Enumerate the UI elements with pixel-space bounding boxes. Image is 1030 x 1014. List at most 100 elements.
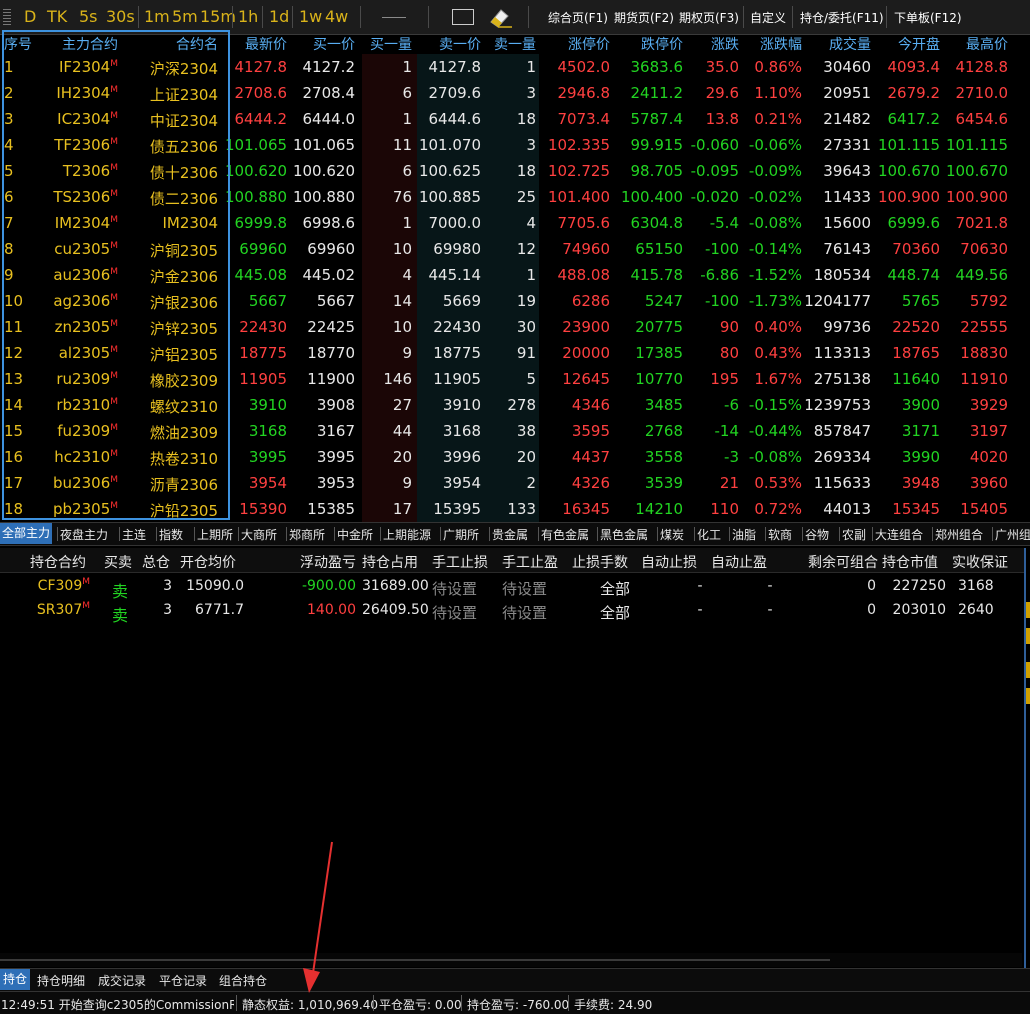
exchange-tab-13[interactable]: 煤炭 [660, 526, 684, 543]
quote-cell-bid-price: 69960 [307, 240, 355, 258]
exchange-tab-17[interactable]: 谷物 [805, 526, 829, 543]
menu-options-page[interactable]: 期权页(F3) [679, 9, 739, 26]
exchange-tab-8[interactable]: 上期能源 [383, 526, 431, 543]
pos-col-header-contract[interactable]: 持仓合约 [30, 552, 100, 572]
exchange-tab-20[interactable]: 郑州组合 [935, 526, 983, 543]
col-header-limit-down[interactable]: 跌停价 [612, 34, 683, 54]
timeframe-d[interactable]: D [24, 7, 36, 26]
tab-positions[interactable]: 持仓 [0, 969, 31, 990]
col-header-last-price[interactable]: 最新价 [225, 34, 287, 54]
quote-cell-volume: 11433 [823, 188, 871, 206]
col-header-volume[interactable]: 成交量 [804, 34, 871, 54]
pos-col-header-auto-stop-loss[interactable]: 自动止损 [641, 552, 709, 572]
pos-col-header-manual-take-profit[interactable]: 手工止盈 [502, 552, 570, 572]
timeframe-1day[interactable]: 1d [269, 7, 289, 26]
timeframe-30s[interactable]: 30s [106, 7, 135, 26]
col-header-ask-price[interactable]: 卖一价 [415, 34, 481, 54]
position-row[interactable]: SR307M 卖 3 6771.7 140.00 26409.50 待设置 待设置 全部 - -0 2… [0, 600, 1030, 625]
exchange-tab-3[interactable]: 指数 [159, 526, 183, 543]
position-cell-manual-stop-loss[interactable]: 待设置 [432, 578, 500, 599]
timeframe-5s[interactable]: 5s [79, 7, 98, 26]
col-header-limit-up[interactable]: 涨停价 [540, 34, 610, 54]
exchange-tab-6[interactable]: 郑商所 [289, 526, 325, 543]
pos-col-header-open-avg-price[interactable]: 开仓均价 [180, 552, 260, 572]
position-cell-manual-take-profit[interactable]: 待设置 [502, 578, 570, 599]
quote-cell-high-price: 22555 [960, 318, 1008, 336]
exchange-tab-2[interactable]: 主连 [122, 526, 146, 543]
pos-col-header-margin-received[interactable]: 实收保证 [952, 552, 1030, 572]
exchange-tab-7[interactable]: 中金所 [337, 526, 373, 543]
exchange-tab-19[interactable]: 大连组合 [875, 526, 923, 543]
menu-overview-page[interactable]: 综合页(F1) [548, 9, 608, 26]
eraser-icon[interactable] [487, 5, 513, 29]
horizontal-scrollbar-thumb[interactable] [0, 959, 830, 961]
quote-cell-ask-price: 18775 [433, 344, 481, 362]
col-header-ask-volume[interactable]: 卖一量 [484, 34, 536, 54]
tab-combo-positions[interactable]: 组合持仓 [219, 972, 267, 989]
pos-col-header-floating-pnl[interactable]: 浮动盈亏 [262, 552, 356, 572]
pos-col-header-total-position[interactable]: 总仓 [142, 552, 178, 572]
quote-cell-last-price: 15390 [239, 500, 287, 518]
col-header-high-price[interactable]: 最高价 [942, 34, 1008, 54]
timeframe-tk[interactable]: TK [47, 7, 67, 26]
exchange-tab-9[interactable]: 广期所 [443, 526, 479, 543]
rectangle-tool-icon[interactable] [452, 9, 474, 25]
menu-positions-orders[interactable]: 持仓/委托(F11) [800, 9, 884, 26]
timeframe-1w[interactable]: 1w [299, 7, 322, 26]
tab-position-details[interactable]: 持仓明细 [37, 972, 85, 989]
position-cell-manual-stop-loss[interactable]: 待设置 [432, 602, 500, 623]
quote-cell-bid-volume: 17 [392, 500, 412, 518]
position-cell-floating-pnl: 140.00 [307, 602, 356, 618]
quote-cell-ask-price: 15395 [433, 500, 481, 518]
quote-cell-open-price: 15345 [892, 500, 940, 518]
col-header-open-price[interactable]: 今开盘 [874, 34, 940, 54]
exchange-tab-1[interactable]: 夜盘主力 [60, 526, 108, 543]
exchange-tab-0[interactable]: 全部主力 [0, 523, 53, 544]
quote-cell-bid-price: 15385 [307, 500, 355, 518]
exchange-tab-18[interactable]: 农副 [842, 526, 866, 543]
timeframe-4w[interactable]: 4w [325, 7, 348, 26]
pos-col-header-stop-loss-qty[interactable]: 止损手数 [572, 552, 640, 572]
exchange-tab-10[interactable]: 贵金属 [492, 526, 528, 543]
quote-cell-limit-down: 10770 [635, 370, 683, 388]
line-tool-icon[interactable] [382, 17, 406, 18]
menu-futures-page[interactable]: 期货页(F2) [614, 9, 674, 26]
col-header-change-pct[interactable]: 涨跌幅 [742, 34, 802, 54]
exchange-tab-4[interactable]: 上期所 [197, 526, 233, 543]
col-header-bid-price[interactable]: 买一价 [290, 34, 355, 54]
quote-cell-volume: 115633 [813, 474, 871, 492]
timeframe-15m[interactable]: 15m [200, 7, 236, 26]
quote-cell-change-pct: 0.40% [754, 318, 802, 336]
tab-trade-records[interactable]: 成交记录 [98, 972, 146, 989]
quote-cell-ask-volume: 19 [516, 292, 536, 310]
exchange-tab-12[interactable]: 黑色金属 [600, 526, 648, 543]
tab-close-records[interactable]: 平仓记录 [159, 972, 207, 989]
quote-cell-bid-volume: 44 [392, 422, 412, 440]
col-header-bid-volume[interactable]: 买一量 [358, 34, 412, 54]
col-header-change[interactable]: 涨跌 [686, 34, 739, 54]
pos-col-header-remaining-combinable[interactable]: 剩余可组合 [782, 552, 878, 572]
quote-cell-limit-up: 6286 [571, 292, 610, 310]
position-cell-manual-take-profit[interactable]: 待设置 [502, 602, 570, 623]
timeframe-1m[interactable]: 1m [144, 7, 170, 26]
exchange-tab-14[interactable]: 化工 [697, 526, 721, 543]
exchange-tab-5[interactable]: 大商所 [241, 526, 277, 543]
exchange-tab-16[interactable]: 软商 [768, 526, 792, 543]
exchange-tab-11[interactable]: 有色金属 [541, 526, 589, 543]
pos-col-header-auto-take-profit[interactable]: 自动止盈 [711, 552, 779, 572]
position-cell-market-value: 203010 [892, 602, 946, 618]
toolbar-drag-handle[interactable] [3, 9, 11, 25]
position-row[interactable]: CF309M 卖 3 15090.0 -900.00 31689.00 待设置 待设置 全部 - -… [0, 576, 1030, 601]
menu-order-board[interactable]: 下单板(F12) [894, 9, 962, 26]
exchange-tab-21[interactable]: 广州组 [995, 526, 1030, 543]
timeframe-1h[interactable]: 1h [238, 7, 258, 26]
pos-col-header-manual-stop-loss[interactable]: 手工止损 [432, 552, 500, 572]
pos-col-header-direction[interactable]: 买卖 [104, 552, 140, 572]
pos-col-header-margin-used[interactable]: 持仓占用 [362, 552, 428, 572]
exchange-tab-15[interactable]: 油脂 [732, 526, 756, 543]
timeframe-5m[interactable]: 5m [172, 7, 198, 26]
menu-custom[interactable]: 自定义 [750, 9, 786, 26]
pos-col-header-market-value[interactable]: 持仓市值 [882, 552, 948, 572]
quote-cell-last-price: 3995 [248, 448, 287, 466]
quote-cell-last-price: 3910 [248, 396, 287, 414]
